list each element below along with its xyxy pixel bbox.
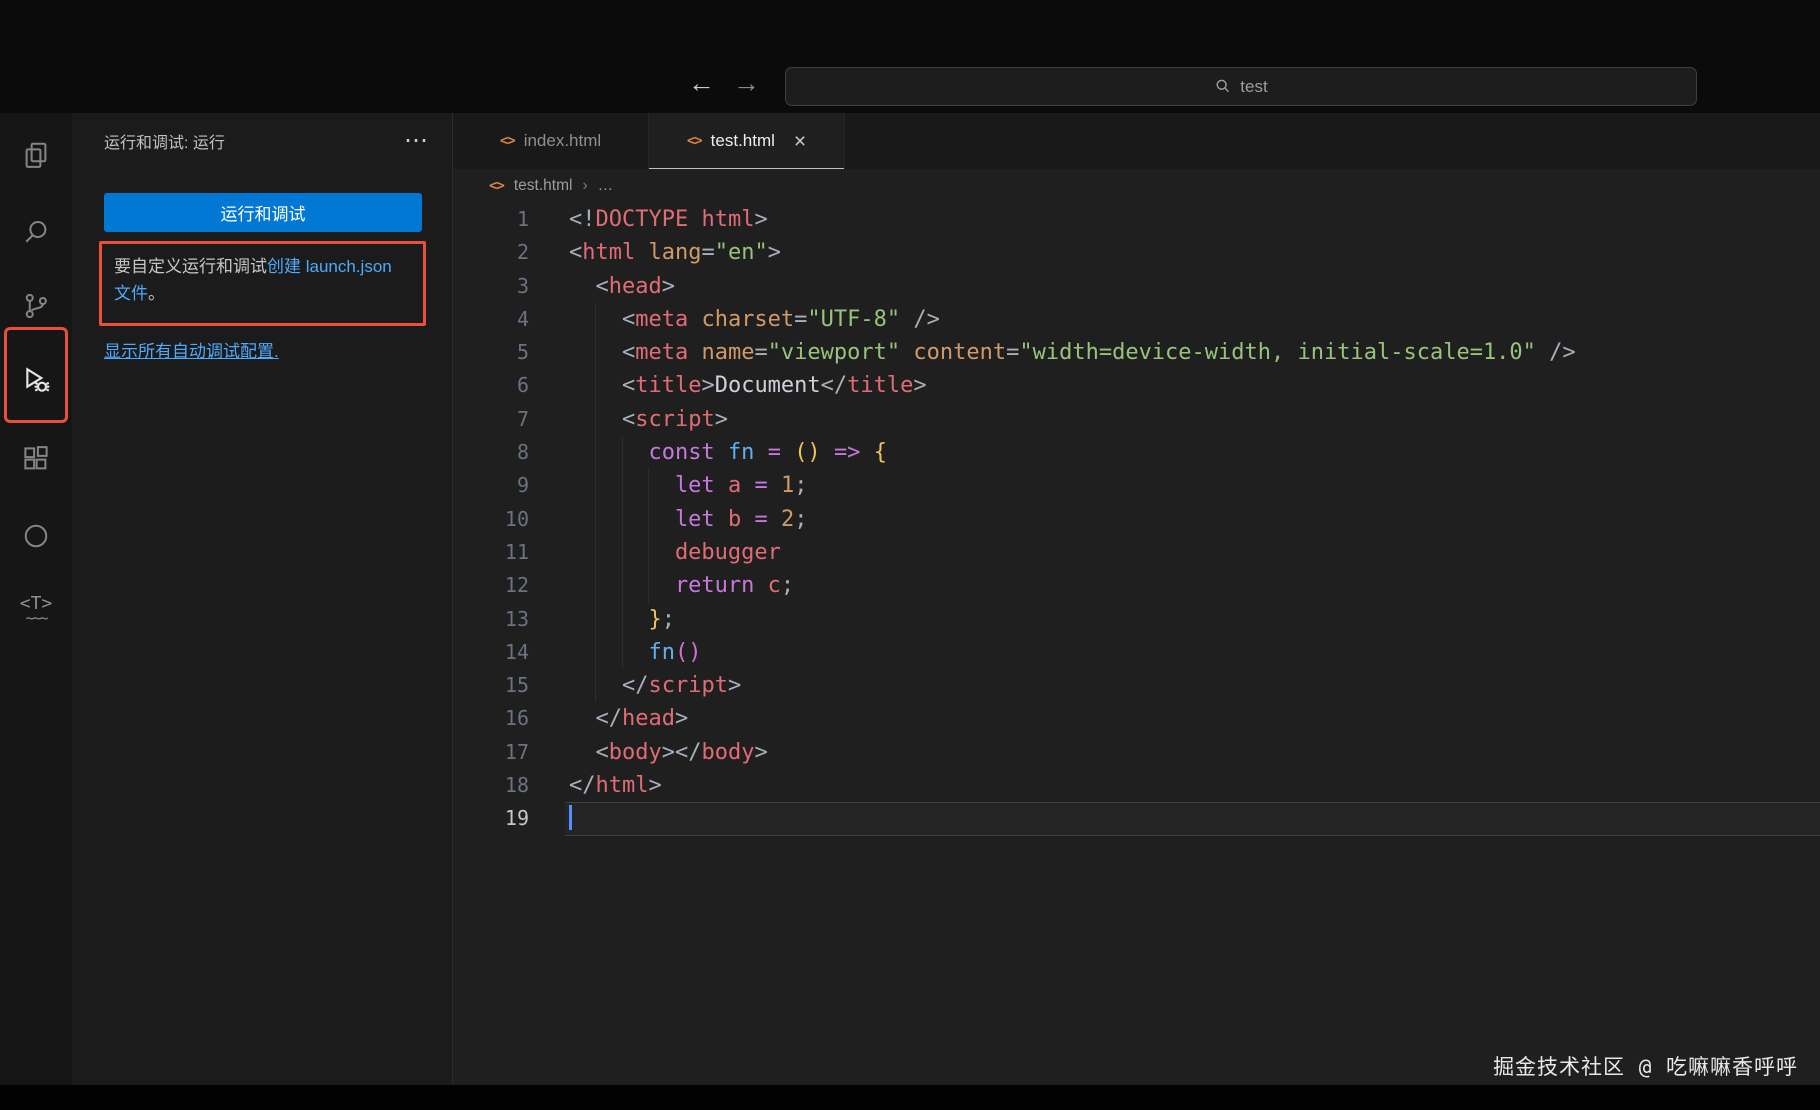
git-branch-icon — [25, 293, 47, 319]
circle-icon — [24, 524, 48, 548]
line-number[interactable]: 8 — [453, 436, 569, 469]
tab-label: test.html — [710, 131, 775, 150]
launch-json-hint-annotated: 要自定义运行和调试创建 launch.json 文件。 — [99, 241, 426, 326]
hint-text: 要自定义运行和调试 — [114, 257, 267, 276]
code-lines: 1 <!DOCTYPE html> 2 <html lang="en"> 3 <head… — [453, 203, 1820, 836]
code-line[interactable]: 8 const fn = () => { — [453, 436, 1820, 469]
show-auto-debug-configs-link[interactable]: 显示所有自动调试配置. — [104, 337, 279, 362]
html-file-icon: <> — [686, 133, 703, 149]
line-number[interactable]: 17 — [453, 736, 569, 769]
tab-bar: <> index.html <> test.html × — [453, 113, 1820, 169]
command-center-search[interactable]: test — [785, 67, 1697, 106]
back-button[interactable]: ← — [688, 69, 715, 97]
search-icon — [1216, 79, 1230, 93]
activity-item-source-control[interactable] — [16, 286, 56, 326]
history-nav: ← → — [688, 60, 760, 106]
search-value: test — [1240, 76, 1268, 96]
line-number[interactable]: 19 — [453, 802, 569, 835]
line-number[interactable]: 10 — [453, 503, 569, 536]
workbench: <T> ~~~ 运行和调试: 运行 ⋯ 运行和调试 要自定义运行和调试创建 la… — [0, 113, 1820, 1085]
code-line[interactable]: 7 <script> — [453, 403, 1820, 436]
activity-item-search[interactable] — [16, 212, 56, 252]
activity-bar: <T> ~~~ — [0, 113, 72, 1085]
code-line[interactable]: 11 debugger — [453, 536, 1820, 569]
code-line[interactable]: 18 </html> — [453, 769, 1820, 802]
close-tab-icon[interactable]: × — [794, 131, 806, 152]
code-line[interactable]: 3 <head> — [453, 270, 1820, 303]
code-editor[interactable]: 1 <!DOCTYPE html> 2 <html lang="en"> 3 <head… — [453, 203, 1820, 1085]
line-number[interactable]: 6 — [453, 369, 569, 402]
line-number[interactable]: 11 — [453, 536, 569, 569]
code-line[interactable]: 15 </script> — [453, 669, 1820, 702]
title-bar: ← → test — [0, 0, 1820, 113]
editor-group: <> index.html <> test.html × <> test.htm… — [453, 113, 1820, 1085]
more-actions-button[interactable]: ⋯ — [404, 129, 428, 153]
line-number[interactable]: 4 — [453, 303, 569, 336]
line-number[interactable]: 1 — [453, 203, 569, 236]
tab-index-html[interactable]: <> index.html — [453, 113, 649, 169]
activity-item-extensions[interactable] — [16, 439, 56, 479]
files-icon — [25, 142, 47, 168]
line-number[interactable]: 2 — [453, 236, 569, 269]
code-line[interactable]: 1 <!DOCTYPE html> — [453, 203, 1820, 236]
code-line[interactable]: 4 <meta charset="UTF-8" /> — [453, 303, 1820, 336]
bottom-black-bar — [0, 1085, 1820, 1110]
code-line[interactable]: 19 — [453, 802, 1820, 836]
activity-item-template-extension[interactable]: <T> ~~~ — [16, 590, 56, 630]
code-line[interactable]: 16 </head> — [453, 702, 1820, 735]
activity-item-circle-extension[interactable] — [16, 516, 56, 556]
tab-test-html[interactable]: <> test.html × — [649, 113, 845, 169]
line-number[interactable]: 12 — [453, 569, 569, 602]
run-and-debug-button[interactable]: 运行和调试 — [104, 193, 422, 232]
line-number[interactable]: 18 — [453, 769, 569, 802]
code-line[interactable]: 6 <title>Document</title> — [453, 369, 1820, 402]
activity-item-run-debug[interactable] — [16, 360, 56, 400]
line-number[interactable]: 3 — [453, 270, 569, 303]
breadcrumb[interactable]: <> test.html › … — [453, 169, 1820, 203]
line-number[interactable]: 13 — [453, 603, 569, 636]
breadcrumb-file[interactable]: test.html — [514, 177, 573, 195]
breadcrumb-more[interactable]: … — [598, 177, 614, 195]
forward-button[interactable]: → — [733, 69, 760, 97]
html-file-icon: <> — [499, 133, 516, 149]
sidebar-title: 运行和调试: 运行 — [104, 135, 225, 152]
tab-label: index.html — [523, 131, 602, 150]
line-number[interactable]: 16 — [453, 702, 569, 735]
code-line[interactable]: 5 <meta name="viewport" content="width=d… — [453, 336, 1820, 369]
run-debug-sidebar: 运行和调试: 运行 ⋯ 运行和调试 要自定义运行和调试创建 launch.jso… — [72, 113, 453, 1085]
hint-text-end: 。 — [148, 284, 165, 303]
code-line[interactable]: 17 <body></body> — [453, 736, 1820, 769]
line-number[interactable]: 14 — [453, 636, 569, 669]
code-line[interactable]: 13 }; — [453, 603, 1820, 636]
vscode-window: ← → test <T> ~~~ 运行和调试: 运行 ⋯ 运行和调试 要自定义运… — [0, 0, 1820, 1110]
code-line[interactable]: 10 let b = 2; — [453, 503, 1820, 536]
watermark-text: 掘金技术社区 @ 吃嘛嘛香呼呼 — [1493, 1055, 1798, 1079]
breadcrumb-separator: › — [582, 177, 588, 194]
code-line[interactable]: 9 let a = 1; — [453, 469, 1820, 502]
line-number[interactable]: 9 — [453, 469, 569, 502]
code-line[interactable]: 2 <html lang="en"> — [453, 236, 1820, 269]
sidebar-header: 运行和调试: 运行 ⋯ — [72, 113, 452, 169]
run-debug-icon — [26, 367, 50, 392]
code-line[interactable]: 12 return c; — [453, 569, 1820, 602]
template-icon: <T> ~~~ — [19, 592, 53, 627]
text-cursor — [569, 804, 572, 830]
line-number[interactable]: 15 — [453, 669, 569, 702]
line-number[interactable]: 7 — [453, 403, 569, 436]
magnifier-icon — [25, 221, 47, 243]
html-file-icon: <> — [489, 178, 505, 194]
code-line[interactable]: 14 fn() — [453, 636, 1820, 669]
extensions-icon — [24, 446, 48, 470]
activity-item-explorer[interactable] — [16, 135, 56, 175]
line-number[interactable]: 5 — [453, 336, 569, 369]
